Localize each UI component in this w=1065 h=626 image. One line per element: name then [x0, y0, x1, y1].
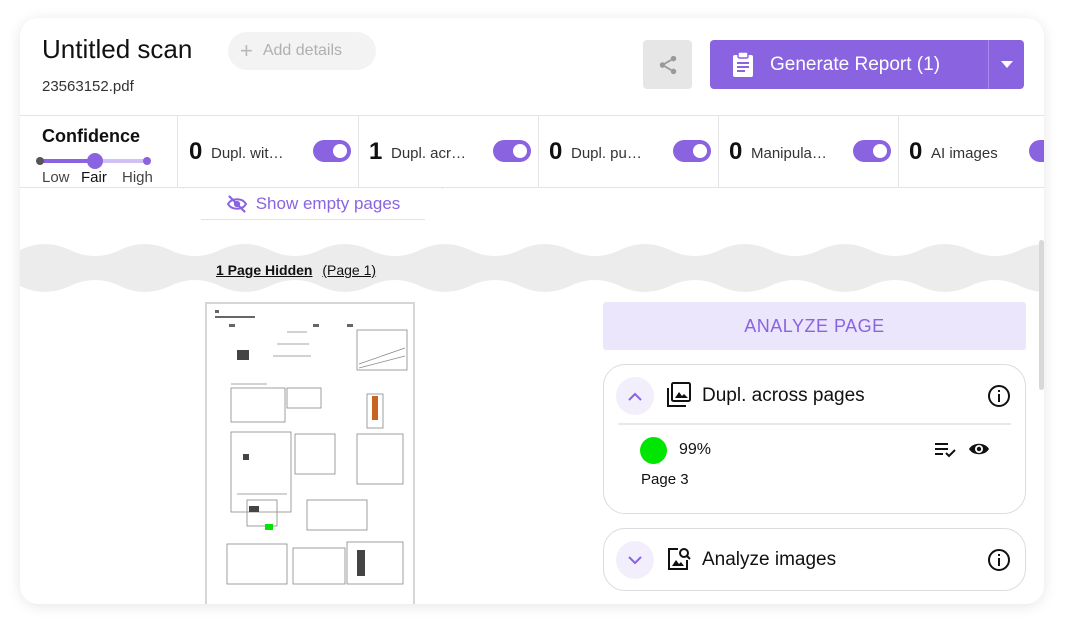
chevron-down-icon [628, 555, 642, 564]
filter-name: AI images [931, 145, 998, 162]
images-icon [667, 382, 691, 407]
share-icon [659, 55, 676, 74]
filter-count: 0 [549, 138, 563, 165]
confidence-title: Confidence [42, 126, 141, 146]
filter-dupl-within: 0 Dupl. wit… [179, 116, 359, 188]
filter-dupl-publications: 0 Dupl. pu… [539, 116, 719, 188]
confidence-control: Confidence Low Fair High [20, 116, 178, 188]
info-icon[interactable] [987, 548, 1011, 572]
panel-title: Analyze images [702, 549, 837, 570]
filter-count: 1 [369, 138, 383, 165]
list-check-icon[interactable] [934, 441, 956, 459]
confidence-high-label: High [122, 169, 153, 186]
filter-manipulation: 0 Manipula… [719, 116, 899, 188]
plus-icon: + [240, 38, 253, 63]
panel-title: Dupl. across pages [702, 385, 865, 406]
generate-report-label: Generate Report (1) [770, 53, 941, 75]
filter-ai-images: 0 AI images [899, 116, 1044, 188]
scrollbar[interactable] [1039, 240, 1044, 390]
filter-dupl-across: 1 Dupl. acr… [359, 116, 539, 188]
filter-toggle[interactable] [1029, 140, 1044, 162]
confidence-high-stop[interactable] [143, 157, 151, 165]
page-thumbnail-image [207, 304, 413, 604]
hidden-page-number-link[interactable]: (Page 1) [322, 262, 376, 278]
share-button[interactable] [643, 40, 692, 89]
generate-report-button[interactable]: Generate Report (1) [710, 40, 1024, 89]
analyze-images-panel: Analyze images [603, 528, 1026, 591]
collapse-button[interactable] [616, 377, 654, 415]
add-details-label: Add details [262, 42, 343, 59]
confidence-slider-knob[interactable] [87, 153, 103, 169]
match-indicator [640, 437, 667, 464]
filter-name: Dupl. acr… [391, 145, 467, 162]
filter-toggle[interactable] [853, 140, 891, 162]
filter-toolbar: Confidence Low Fair High 0 Dupl. wit… 1 … [20, 115, 1044, 188]
filter-count: 0 [909, 138, 923, 165]
expand-button[interactable] [616, 541, 654, 579]
eye-off-icon [226, 194, 247, 213]
show-empty-pages-label: Show empty pages [255, 193, 401, 213]
filter-name: Manipula… [751, 145, 827, 162]
show-empty-pages-button[interactable]: Show empty pages [183, 188, 443, 220]
hidden-pages-link[interactable]: 1 Page Hidden [216, 262, 312, 278]
filter-toggle[interactable] [493, 140, 531, 162]
image-search-icon [668, 548, 691, 570]
confidence-fair-label: Fair [81, 169, 107, 186]
filter-count: 0 [189, 138, 203, 165]
match-page-link[interactable]: Page 3 [641, 471, 689, 488]
hidden-pages-text: 1 Page Hidden (Page 1) [216, 262, 376, 278]
chevron-up-icon [628, 392, 642, 401]
filter-name: Dupl. wit… [211, 145, 284, 162]
dupl-across-pages-panel: Dupl. across pages 99% Page 3 [603, 364, 1026, 514]
filter-toggle[interactable] [673, 140, 711, 162]
clipboard-icon [733, 51, 753, 77]
analyze-page-button[interactable]: ANALYZE PAGE [603, 302, 1026, 350]
filter-toggle[interactable] [313, 140, 351, 162]
hidden-pages-band [20, 244, 1044, 292]
generate-report-main[interactable]: Generate Report (1) [710, 40, 988, 89]
file-name: 23563152.pdf [42, 78, 134, 95]
eye-icon[interactable] [968, 441, 990, 457]
confidence-low-label: Low [42, 169, 70, 186]
page-thumbnail[interactable] [205, 302, 415, 604]
confidence-low-stop[interactable] [36, 157, 44, 165]
scan-card: Untitled scan + Add details 23563152.pdf… [20, 18, 1044, 604]
info-icon[interactable] [987, 384, 1011, 408]
filter-name: Dupl. pu… [571, 145, 642, 162]
chevron-down-icon [1000, 60, 1013, 68]
add-details-button[interactable]: + Add details [228, 32, 376, 70]
match-percent: 99% [679, 441, 712, 458]
generate-report-dropdown[interactable] [988, 40, 1024, 89]
panel-divider [618, 423, 1011, 425]
filter-count: 0 [729, 138, 743, 165]
scan-title[interactable]: Untitled scan [42, 34, 192, 65]
